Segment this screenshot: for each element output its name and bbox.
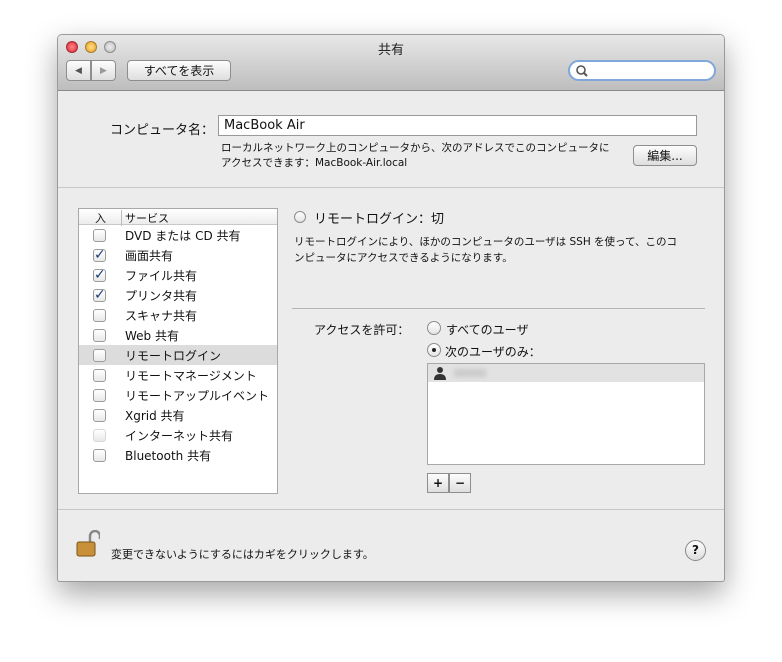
service-label: インターネット共有 <box>125 428 234 443</box>
service-label: Web 共有 <box>125 328 179 343</box>
computer-name-label: コンピュータ名： <box>110 123 215 138</box>
user-name-blurred <box>454 369 486 377</box>
all-users-radio[interactable] <box>427 321 441 335</box>
service-label: 画面共有 <box>125 248 174 263</box>
forward-button[interactable]: ▶ <box>91 60 116 81</box>
service-row[interactable]: リモートアップルイベント <box>79 385 277 405</box>
window-title: 共有 <box>377 43 404 58</box>
only-users-label[interactable]: 次のユーザのみ： <box>445 343 541 360</box>
service-row[interactable]: スキャナ共有 <box>79 305 277 325</box>
address-desc-line1: ローカルネットワーク上のコンピュータから、次のアドレスでこのコンピュータに <box>221 142 610 154</box>
service-label: DVD または CD 共有 <box>125 228 241 243</box>
service-label: ファイル共有 <box>125 268 198 283</box>
service-checkbox[interactable] <box>93 328 106 342</box>
user-row[interactable] <box>428 364 704 382</box>
all-users-label[interactable]: すべてのユーザ <box>446 321 528 338</box>
detail-desc-line1: リモートログインにより、ほかのコンピュータのユーザは SSH を使って、このコ <box>294 236 678 248</box>
service-row[interactable]: Bluetooth 共有 <box>79 445 277 465</box>
service-checkbox[interactable] <box>93 448 106 462</box>
service-checkbox[interactable] <box>93 228 106 242</box>
sharing-window: 共有 ◀ ▶ すべてを表示 コンピュータ名： MacBook Air ローカルネ… <box>57 34 725 582</box>
status-indicator <box>294 211 306 223</box>
service-checkbox[interactable] <box>93 408 106 422</box>
services-list: 入 サービス DVD または CD 共有 ✓ 画面共有 ✓ ファイル共有 ✓ プリンタ共有ス… <box>78 208 278 494</box>
service-checkbox[interactable] <box>93 388 106 402</box>
service-row[interactable]: ✓ プリンタ共有 <box>79 285 277 305</box>
service-row[interactable]: リモートログイン <box>79 345 277 365</box>
divider <box>292 308 705 309</box>
service-row[interactable]: ✓ 画面共有 <box>79 245 277 265</box>
service-row[interactable]: Xgrid 共有 <box>79 405 277 425</box>
lock-text: 変更できないようにするにはカギをクリックします。 <box>111 548 374 561</box>
service-checkbox[interactable]: ✓ <box>93 248 106 262</box>
search-input[interactable] <box>568 60 716 81</box>
toolbar: 共有 ◀ ▶ すべてを表示 <box>58 35 724 91</box>
service-row[interactable]: インターネット共有 <box>79 425 277 445</box>
lock-open-icon[interactable] <box>76 530 100 558</box>
footer: 変更できないようにするにはカギをクリックします。 ? <box>58 509 724 581</box>
service-row[interactable]: ✓ ファイル共有 <box>79 265 277 285</box>
column-service[interactable]: サービス <box>121 210 169 226</box>
search-icon <box>576 65 588 77</box>
service-checkbox[interactable] <box>93 368 106 382</box>
service-label: リモートマネージメント <box>125 368 257 383</box>
service-checkbox[interactable] <box>93 428 106 442</box>
service-checkbox[interactable] <box>93 308 106 322</box>
list-header: 入 サービス <box>79 209 277 226</box>
address-desc-line2: アクセスできます：MacBook-Air.local <box>221 157 408 169</box>
only-users-radio[interactable] <box>427 343 441 357</box>
access-label: アクセスを許可： <box>314 323 410 337</box>
service-label: Bluetooth 共有 <box>125 448 212 463</box>
service-checkbox[interactable]: ✓ <box>93 288 106 302</box>
help-button[interactable]: ? <box>685 540 706 561</box>
service-label: Xgrid 共有 <box>125 408 185 423</box>
remote-login-status: リモートログイン：切 <box>314 212 445 227</box>
service-row[interactable]: DVD または CD 共有 <box>79 225 277 245</box>
users-list <box>427 363 705 465</box>
remove-user-button[interactable]: − <box>449 473 471 493</box>
back-button[interactable]: ◀ <box>66 60 91 81</box>
column-on[interactable]: 入 <box>95 210 106 226</box>
show-all-button[interactable]: すべてを表示 <box>127 60 231 81</box>
service-row[interactable]: リモートマネージメント <box>79 365 277 385</box>
service-checkbox[interactable] <box>93 348 106 362</box>
computer-name-input[interactable]: MacBook Air <box>218 115 697 136</box>
service-row[interactable]: Web 共有 <box>79 325 277 345</box>
service-label: スキャナ共有 <box>125 308 198 323</box>
service-label: プリンタ共有 <box>125 288 198 303</box>
edit-button[interactable]: 編集... <box>633 145 697 166</box>
add-user-button[interactable]: + <box>427 473 449 493</box>
user-icon <box>434 367 446 380</box>
detail-desc-line2: ンピュータにアクセスできるようになります。 <box>294 252 513 264</box>
service-label: リモートログイン <box>125 348 222 363</box>
service-label: リモートアップルイベント <box>125 388 270 403</box>
computer-name-section: コンピュータ名： MacBook Air ローカルネットワーク上のコンピュータか… <box>58 91 724 188</box>
service-checkbox[interactable]: ✓ <box>93 268 106 282</box>
